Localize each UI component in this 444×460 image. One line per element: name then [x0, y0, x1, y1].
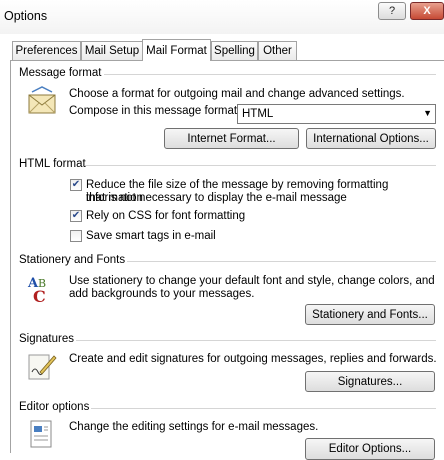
tab-other[interactable]: Other [258, 41, 297, 60]
divider [104, 74, 436, 75]
compose-label: Compose in this message format: [69, 105, 241, 117]
button-label: Stationery and Fonts... [312, 308, 428, 321]
stationery-title: Stationery and Fonts [19, 254, 126, 266]
reduce-size-checkbox[interactable]: ✔ [70, 179, 82, 191]
tab-mail-format[interactable]: Mail Format [142, 39, 211, 61]
chevron-down-icon: ▼ [423, 108, 432, 118]
international-options-button[interactable]: International Options... [306, 128, 436, 149]
html-format-title: HTML format [19, 158, 86, 170]
message-format-description: Choose a format for outgoing mail and ch… [69, 88, 405, 100]
tab-label: Other [263, 45, 292, 57]
divider [127, 261, 436, 262]
reduce-size-label-line2: that is not necessary to display the e-m… [86, 192, 347, 204]
message-format-title: Message format [19, 67, 102, 79]
title-bar: Options ? X [0, 0, 444, 34]
tab-label: Spelling [214, 45, 255, 57]
tab-preferences[interactable]: Preferences [12, 41, 81, 60]
check-icon: ✔ [71, 210, 81, 221]
tab-label: Preferences [15, 45, 78, 57]
help-icon: ? [388, 5, 396, 17]
stationery-fonts-button[interactable]: Stationery and Fonts... [305, 304, 435, 325]
check-icon: ✔ [71, 179, 81, 190]
divider [91, 408, 436, 409]
button-label: Internet Format... [187, 132, 276, 145]
internet-format-button[interactable]: Internet Format... [164, 128, 299, 149]
button-label: International Options... [313, 132, 429, 145]
signature-pen-icon [28, 354, 57, 380]
editor-options-button[interactable]: Editor Options... [305, 438, 435, 460]
button-label: Signatures... [337, 375, 403, 388]
stationery-description-line1: Use stationery to change your default fo… [69, 275, 435, 287]
close-icon: X [423, 5, 431, 17]
stationery-description-line2: add backgrounds to your messages. [69, 288, 255, 300]
signatures-button[interactable]: Signatures... [305, 371, 435, 392]
tab-mail-setup[interactable]: Mail Setup [81, 41, 143, 60]
abc-font-icon: A B C [27, 276, 46, 304]
editor-options-title: Editor options [19, 401, 90, 413]
close-button[interactable]: X [410, 2, 444, 20]
help-button[interactable]: ? [378, 2, 406, 20]
tab-label: Mail Format [146, 44, 207, 57]
compose-format-select[interactable]: HTML ▼ [237, 104, 436, 124]
css-font-checkbox[interactable]: ✔ [70, 210, 82, 222]
divider [85, 165, 436, 166]
svg-text:C: C [33, 287, 46, 304]
smart-tags-label: Save smart tags in e-mail [86, 230, 216, 242]
signatures-description: Create and edit signatures for outgoing … [69, 353, 437, 365]
signatures-title: Signatures [19, 333, 74, 345]
tab-spelling[interactable]: Spelling [211, 41, 258, 60]
editor-description: Change the editing settings for e-mail m… [69, 421, 319, 433]
button-label: Editor Options... [328, 443, 412, 455]
css-font-label: Rely on CSS for font formatting [86, 210, 246, 222]
compose-format-value: HTML [242, 108, 274, 120]
envelope-icon [28, 86, 56, 114]
divider [76, 340, 436, 341]
tab-label: Mail Setup [84, 45, 140, 57]
window-title: Options [4, 9, 48, 23]
document-editor-icon [30, 420, 52, 448]
smart-tags-checkbox[interactable] [70, 230, 82, 242]
